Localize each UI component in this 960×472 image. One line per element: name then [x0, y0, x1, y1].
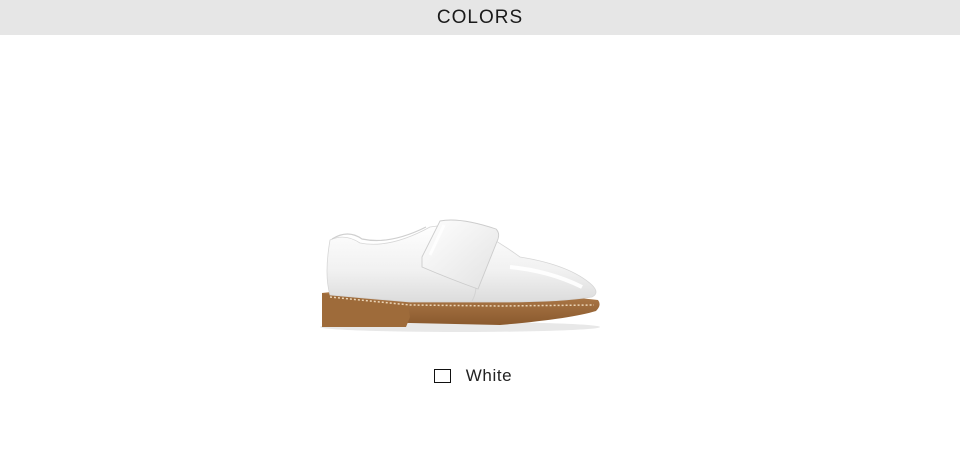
white-shoe-icon [320, 219, 600, 332]
colors-header-bar: COLORS [0, 0, 960, 35]
color-swatch-box[interactable] [433, 369, 451, 383]
color-swatch-label: White [465, 366, 513, 385]
color-swatch-option[interactable]: White [0, 362, 960, 390]
section-title: COLORS [436, 6, 524, 28]
product-image [300, 205, 620, 345]
